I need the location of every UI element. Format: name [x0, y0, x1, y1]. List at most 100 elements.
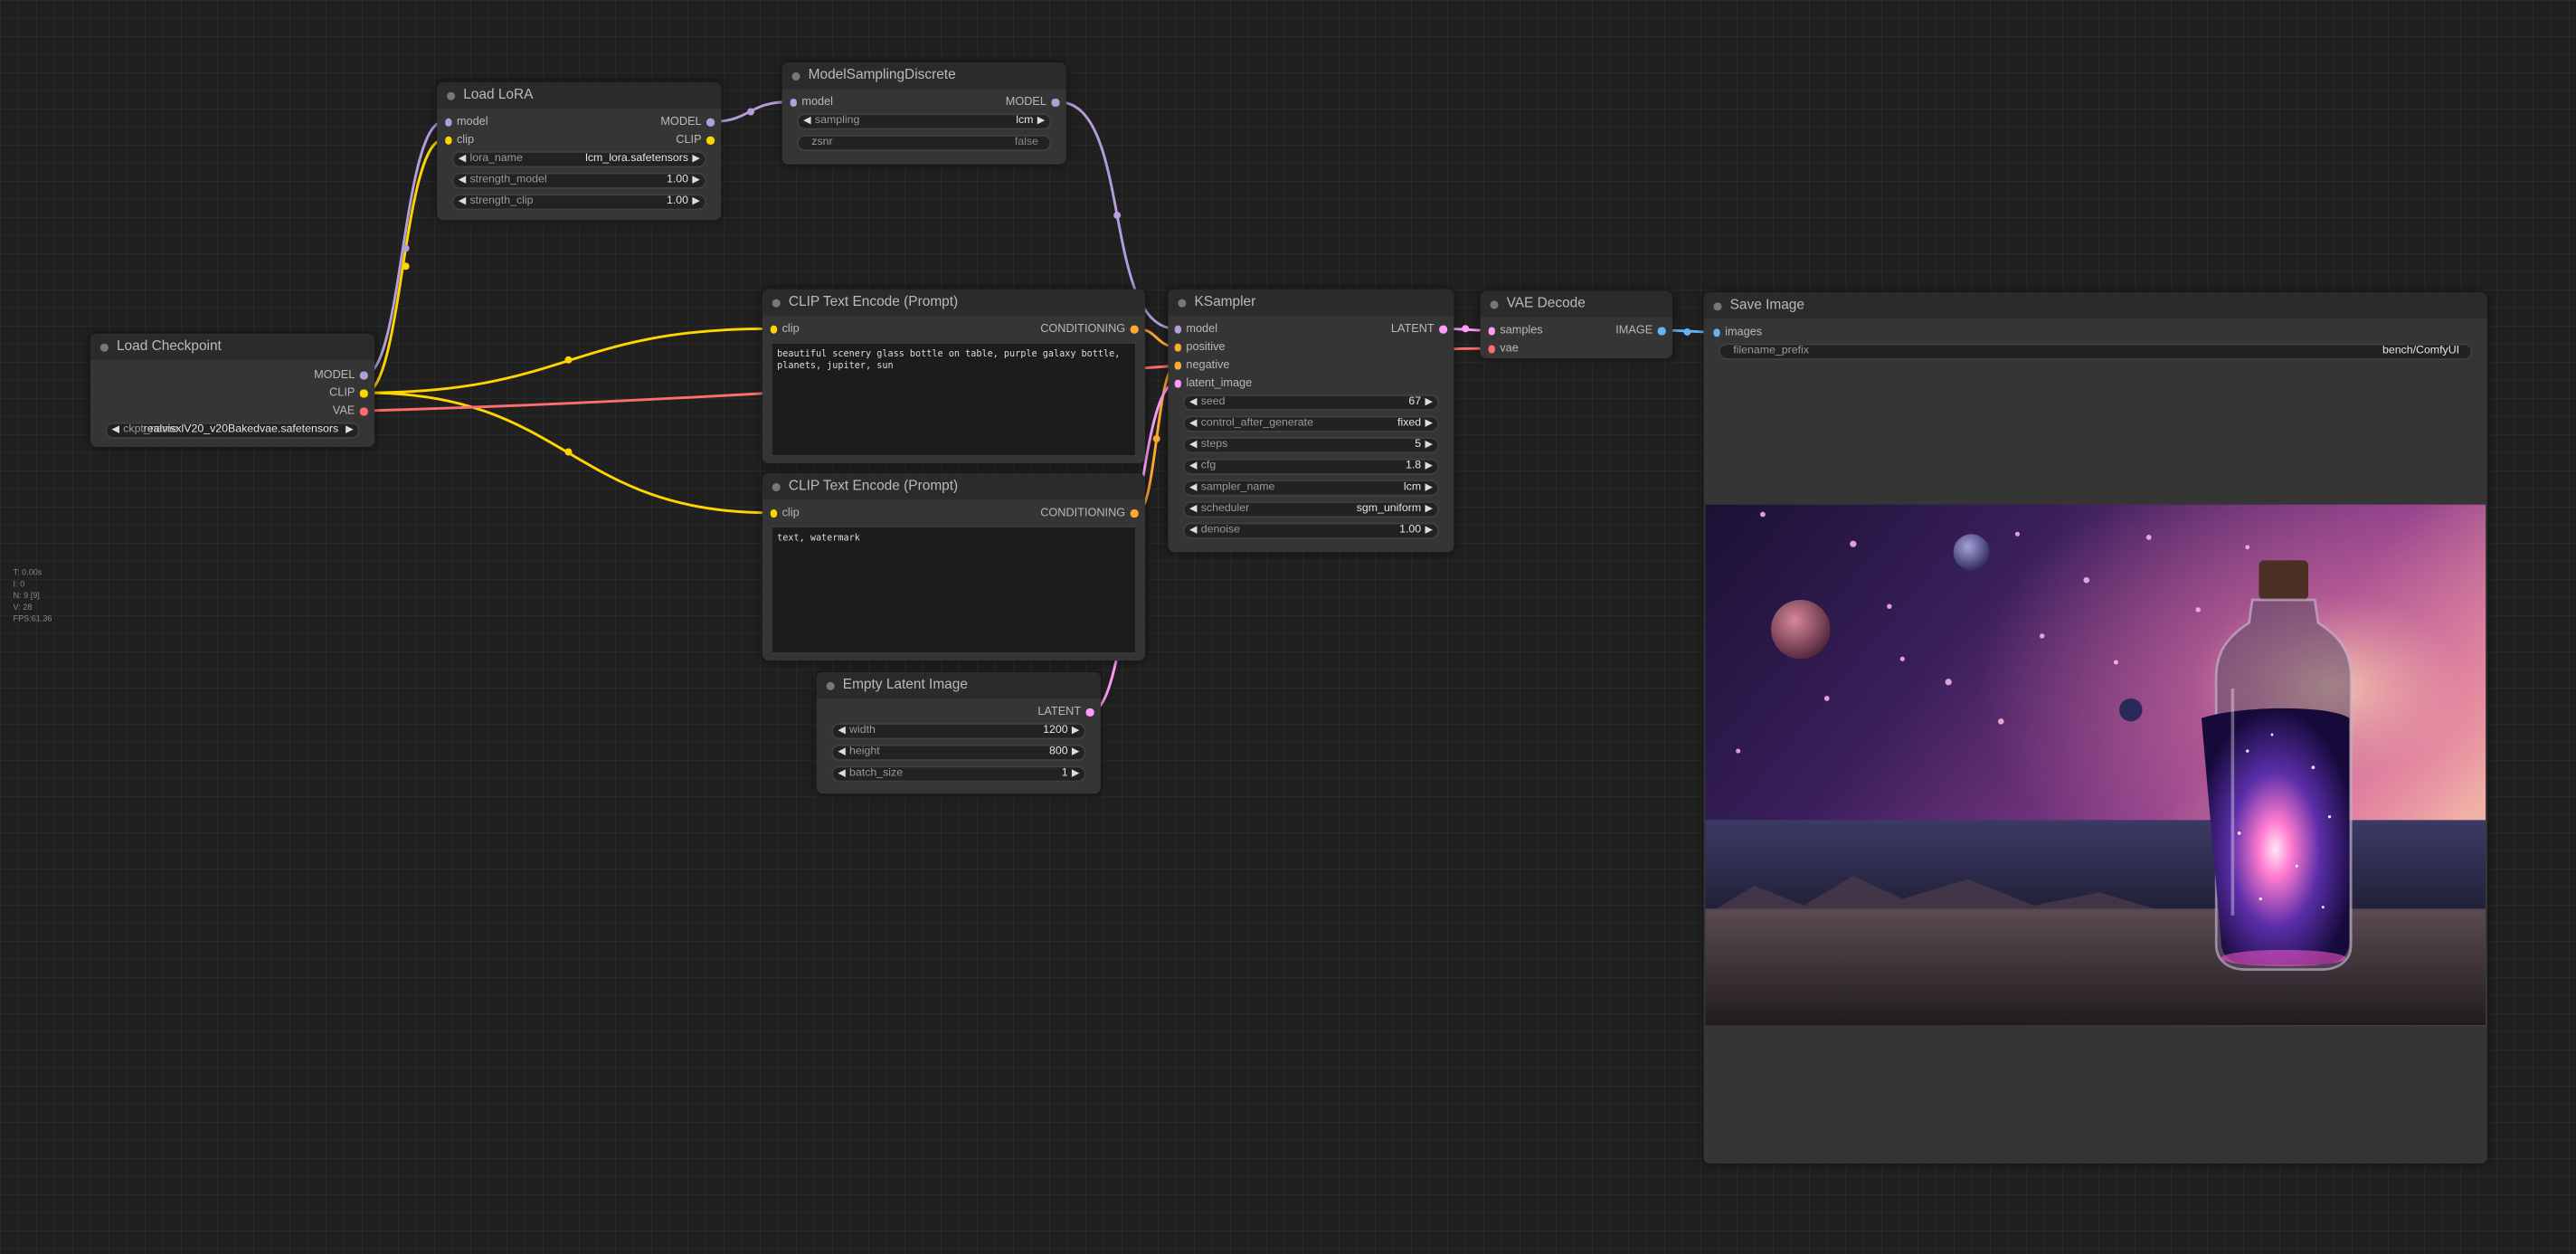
- widget-ckpt-name[interactable]: ◀ ckpt_name realvisxlV20_v20Bakedvae.safet…: [105, 422, 360, 439]
- node-clip-text-encode-negative[interactable]: CLIP Text Encode (Prompt) clip CONDITION…: [762, 473, 1145, 661]
- link-midpoint-dot: [402, 262, 410, 271]
- input-latent-image[interactable]: latent_image: [1173, 376, 1252, 391]
- output-conditioning[interactable]: CONDITIONING: [1040, 506, 1138, 520]
- input-negative[interactable]: negative: [1173, 358, 1229, 373]
- node-load-checkpoint[interactable]: Load Checkpoint MODEL CLIP VAE ◀ ckpt_nam…: [90, 333, 375, 448]
- input-model[interactable]: model: [1173, 322, 1217, 337]
- prompt-textarea[interactable]: text, watermark: [770, 526, 1137, 654]
- widget-seed[interactable]: ◀ seed 67 ▶: [1182, 394, 1440, 412]
- increment-arrow-icon: ▶: [1425, 504, 1433, 515]
- widget-cfg[interactable]: ◀ cfg 1.8 ▶: [1182, 458, 1440, 475]
- stat-line: T: 0.00s: [13, 568, 43, 579]
- node-title: Empty Latent Image: [842, 675, 968, 692]
- increment-arrow-icon: ▶: [1071, 747, 1080, 758]
- widget-width[interactable]: ◀ width 1200 ▶: [831, 723, 1086, 740]
- input-clip[interactable]: clip: [444, 133, 474, 147]
- node-model-sampling-discrete[interactable]: ModelSamplingDiscrete model MODEL ◀ sampl…: [781, 62, 1066, 165]
- output-vae[interactable]: VAE: [333, 404, 367, 419]
- widget-sampler-name[interactable]: ◀ sampler_name lcm ▶: [1182, 480, 1440, 497]
- increment-arrow-icon: ▶: [1071, 726, 1080, 736]
- output-clip[interactable]: CLIP: [676, 133, 715, 147]
- collapse-dot-icon[interactable]: [826, 680, 835, 689]
- input-clip[interactable]: clip: [769, 322, 800, 337]
- widget-batch-size[interactable]: ◀ batch_size 1 ▶: [831, 765, 1086, 783]
- link-midpoint-dot: [1152, 434, 1160, 442]
- widget-denoise[interactable]: ◀ denoise 1.00 ▶: [1182, 522, 1440, 539]
- increment-arrow-icon: ▶: [692, 176, 700, 186]
- decrement-arrow-icon: ◀: [458, 154, 467, 165]
- input-model[interactable]: model: [789, 95, 833, 109]
- node-ksampler[interactable]: KSampler model positive negative latent_…: [1168, 289, 1454, 553]
- decrement-arrow-icon: ◀: [838, 726, 846, 736]
- node-title-bar[interactable]: VAE Decode: [1480, 290, 1673, 318]
- node-graph-canvas[interactable]: Load LoRA model clip MODEL CLIP ◀ lora_na…: [0, 0, 2576, 1254]
- node-save-image[interactable]: Save Image images filename_prefix bench/C…: [1703, 292, 2487, 1164]
- node-title: Load Checkpoint: [116, 337, 222, 354]
- collapse-dot-icon[interactable]: [99, 342, 109, 351]
- node-load-lora[interactable]: Load LoRA model clip MODEL CLIP ◀ lora_na…: [437, 81, 722, 221]
- input-model[interactable]: model: [444, 115, 488, 129]
- node-clip-text-encode-positive[interactable]: CLIP Text Encode (Prompt) clip CONDITION…: [762, 289, 1145, 464]
- widget-strength-model[interactable]: ◀ strength_model 1.00 ▶: [451, 172, 707, 189]
- output-model[interactable]: MODEL: [314, 368, 367, 383]
- link-midpoint-dot: [1462, 325, 1470, 333]
- input-samples[interactable]: samples: [1487, 324, 1543, 338]
- decrement-arrow-icon: ◀: [1189, 397, 1198, 408]
- collapse-dot-icon[interactable]: [772, 298, 781, 307]
- decrement-arrow-icon: ◀: [803, 116, 811, 127]
- output-latent[interactable]: LATENT: [1391, 322, 1447, 337]
- output-conditioning[interactable]: CONDITIONING: [1040, 322, 1138, 337]
- widget-lora-name[interactable]: ◀ lora_name lcm_lora.safetensors ▶: [451, 151, 707, 168]
- increment-arrow-icon: ▶: [1425, 440, 1433, 451]
- input-clip[interactable]: clip: [769, 506, 800, 520]
- output-clip[interactable]: CLIP: [329, 386, 367, 401]
- node-title-bar[interactable]: ModelSamplingDiscrete: [781, 62, 1066, 90]
- output-model[interactable]: MODEL: [660, 115, 715, 129]
- increment-arrow-icon: ▶: [1037, 116, 1046, 127]
- link-midpoint-dot: [747, 108, 755, 116]
- stat-line: FPS:61.36: [13, 614, 52, 625]
- node-title-bar[interactable]: Save Image: [1703, 292, 2487, 319]
- node-title-bar[interactable]: KSampler: [1168, 289, 1454, 316]
- widget-sampling[interactable]: ◀ sampling lcm ▶: [796, 113, 1052, 130]
- generated-image-preview[interactable]: [1705, 504, 2486, 1026]
- collapse-dot-icon[interactable]: [1713, 301, 1722, 310]
- widget-control-after-generate[interactable]: ◀ control_after_generate fixed ▶: [1182, 415, 1440, 432]
- output-model[interactable]: MODEL: [1006, 95, 1059, 109]
- input-images[interactable]: images: [1712, 326, 1762, 340]
- widget-filename-prefix[interactable]: filename_prefix bench/ComfyUI: [1718, 343, 2473, 360]
- node-title-bar[interactable]: Load LoRA: [437, 81, 722, 109]
- prompt-textarea[interactable]: beautiful scenery glass bottle on table,…: [770, 341, 1137, 457]
- increment-arrow-icon: ▶: [1425, 419, 1433, 430]
- node-title: Load LoRA: [463, 85, 534, 102]
- node-title-bar[interactable]: CLIP Text Encode (Prompt): [762, 289, 1145, 316]
- widget-scheduler[interactable]: ◀ scheduler sgm_uniform ▶: [1182, 500, 1440, 518]
- output-image[interactable]: IMAGE: [1615, 324, 1665, 338]
- render-stats-overlay: T: 0.00s I: 0 N: 9 [9] V: 28 FPS:61.36: [14, 568, 52, 626]
- widget-height[interactable]: ◀ height 800 ▶: [831, 744, 1086, 761]
- widget-zsnr-toggle[interactable]: zsnr false: [796, 134, 1052, 152]
- node-empty-latent-image[interactable]: Empty Latent Image LATENT ◀ width 1200 ▶ ◀ h…: [816, 671, 1101, 794]
- node-title: Save Image: [1729, 295, 1805, 313]
- collapse-dot-icon[interactable]: [791, 71, 800, 81]
- collapse-dot-icon[interactable]: [772, 482, 781, 491]
- collapse-dot-icon[interactable]: [1178, 298, 1187, 307]
- node-title-bar[interactable]: CLIP Text Encode (Prompt): [762, 473, 1145, 500]
- input-vae[interactable]: vae: [1487, 342, 1519, 356]
- decrement-arrow-icon: ◀: [1189, 419, 1198, 430]
- widget-strength-clip[interactable]: ◀ strength_clip 1.00 ▶: [451, 194, 707, 211]
- node-title-bar[interactable]: Empty Latent Image: [816, 671, 1101, 698]
- widget-steps[interactable]: ◀ steps 5 ▶: [1182, 437, 1440, 454]
- decrement-arrow-icon: ◀: [838, 769, 846, 779]
- collapse-dot-icon[interactable]: [1490, 299, 1499, 309]
- decrement-arrow-icon: ◀: [111, 425, 119, 436]
- link-midpoint-dot: [402, 244, 410, 252]
- node-vae-decode[interactable]: VAE Decode samples vae IMAGE: [1480, 290, 1673, 358]
- node-title-bar[interactable]: Load Checkpoint: [90, 333, 375, 360]
- stat-line: V: 28: [13, 603, 33, 613]
- collapse-dot-icon[interactable]: [447, 90, 456, 100]
- increment-arrow-icon: ▶: [692, 196, 700, 207]
- output-latent[interactable]: LATENT: [1037, 705, 1094, 719]
- decrement-arrow-icon: ◀: [1189, 440, 1198, 451]
- input-positive[interactable]: positive: [1173, 340, 1225, 355]
